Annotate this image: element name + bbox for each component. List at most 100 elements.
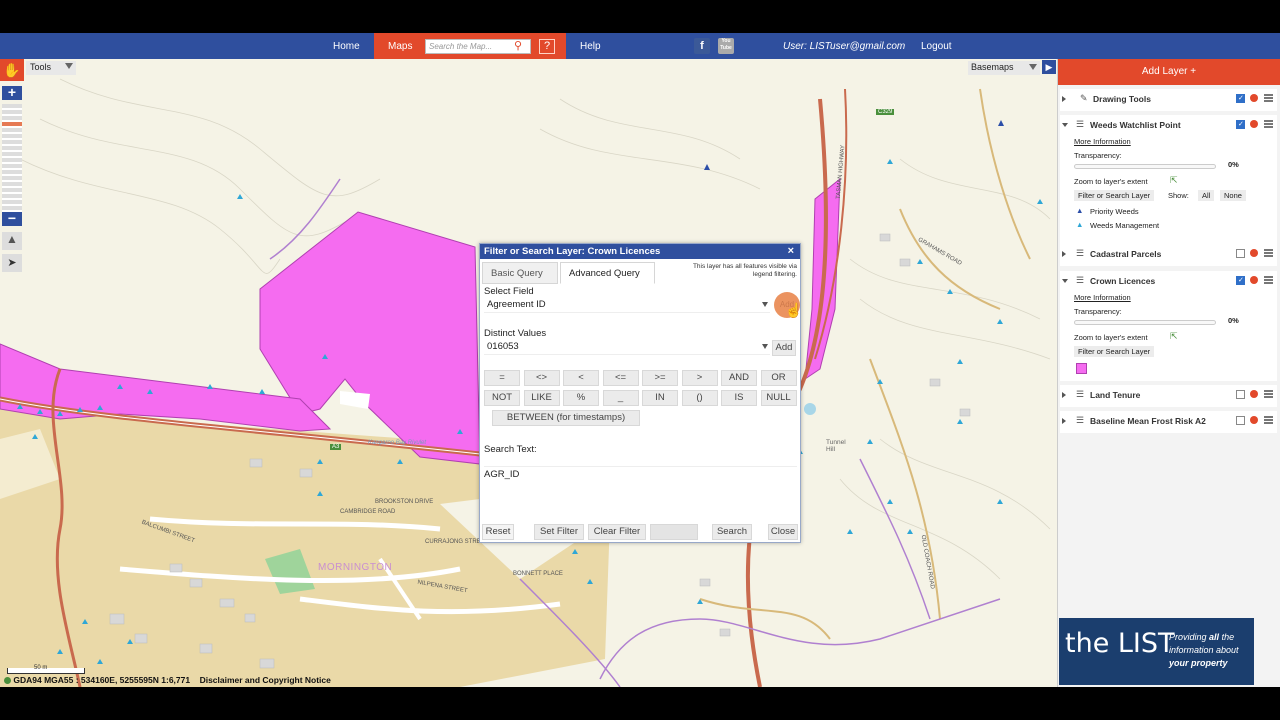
remove-layer-icon[interactable] — [1250, 276, 1258, 284]
add-value-button[interactable]: Add — [772, 340, 796, 356]
filter-search-layer-button[interactable]: Filter or Search Layer — [1074, 190, 1155, 201]
more-information-link[interactable]: More Information — [1074, 293, 1131, 302]
collapse-panel-icon[interactable]: ▶ — [1042, 60, 1056, 74]
show-none-button[interactable]: None — [1220, 190, 1246, 201]
operator-button[interactable]: <> — [523, 370, 560, 386]
remove-layer-icon[interactable] — [1250, 249, 1258, 257]
pan-hand-icon[interactable]: ✋ — [0, 59, 24, 81]
layer-visibility-checkbox[interactable] — [1236, 94, 1245, 103]
operator-button[interactable]: <= — [602, 370, 639, 386]
operator-button[interactable]: < — [563, 370, 599, 386]
distinct-values-dropdown[interactable]: 016053 — [484, 340, 770, 355]
operator-button[interactable]: _ — [602, 390, 639, 406]
layer-cadastral-parcels[interactable]: ☰ Cadastral Parcels — [1060, 244, 1277, 266]
remove-layer-icon[interactable] — [1250, 120, 1258, 128]
search-text-label: Search Text: — [484, 444, 537, 455]
collapse-icon[interactable] — [1062, 123, 1068, 127]
disclaimer-link[interactable]: Disclaimer and Copyright Notice — [200, 675, 331, 685]
layer-crown-licences: ☰ Crown Licences More Information Transp… — [1060, 271, 1277, 381]
clear-filter-button[interactable]: Clear Filter — [588, 524, 646, 540]
add-layer-button[interactable]: Add Layer + — [1058, 59, 1280, 85]
more-information-link[interactable]: More Information — [1074, 137, 1131, 146]
remove-layer-icon[interactable] — [1250, 416, 1258, 424]
menu-icon[interactable] — [1264, 120, 1273, 128]
layer-name: Weeds Watchlist Point — [1090, 120, 1181, 130]
help-question-icon[interactable]: ? — [539, 39, 555, 54]
legend-weeds-management[interactable]: Weeds Management — [1090, 221, 1159, 230]
operator-button[interactable]: LIKE — [523, 390, 560, 406]
tagline-emphasis: all — [1209, 632, 1220, 642]
app-window: Home Maps Search the Map... ⚲ ? Help f Y… — [0, 33, 1280, 687]
layer-visibility-checkbox[interactable] — [1236, 120, 1245, 129]
layer-drawing-tools[interactable]: ✎ Drawing Tools — [1060, 89, 1277, 111]
operator-button[interactable]: NULL — [760, 390, 797, 406]
the-list-brand-banner[interactable]: the LIST Providing all the information a… — [1059, 618, 1254, 685]
zoom-extent-icon[interactable]: ⇱ — [1170, 331, 1178, 342]
tools-dropdown[interactable]: Tools — [26, 61, 76, 75]
layer-name: Land Tenure — [1090, 390, 1141, 400]
layer-land-tenure[interactable]: ☰ Land Tenure — [1060, 385, 1277, 407]
nav-home[interactable]: Home — [333, 41, 360, 52]
search-text-area[interactable]: AGR_ID — [484, 466, 797, 528]
layer-frost-risk[interactable]: ☰ Baseline Mean Frost Risk A2 — [1060, 411, 1277, 433]
search-icon[interactable]: ⚲ — [514, 40, 527, 53]
basemaps-dropdown[interactable]: Basemaps — [968, 61, 1040, 75]
operator-button[interactable]: () — [681, 390, 718, 406]
menu-icon[interactable] — [1264, 94, 1273, 102]
reset-button[interactable]: Reset — [482, 524, 514, 540]
tasmania-extent-icon[interactable]: ▲ — [2, 232, 22, 250]
layers-icon: ☰ — [1076, 415, 1085, 425]
transparency-slider[interactable] — [1074, 320, 1216, 325]
map-canvas[interactable]: MORNINGTON BALCUMBI STREET CAMBRIDGE ROA… — [0, 59, 1057, 687]
nav-help[interactable]: Help — [580, 41, 601, 52]
menu-icon[interactable] — [1264, 276, 1273, 284]
operator-button[interactable]: NOT — [484, 390, 520, 406]
layer-visibility-checkbox[interactable] — [1236, 249, 1245, 258]
tab-advanced-query[interactable]: Advanced Query — [560, 262, 655, 284]
expand-icon[interactable] — [1062, 96, 1066, 102]
operator-button[interactable]: OR — [760, 370, 797, 386]
the-list-logo: the LIST — [1065, 628, 1175, 659]
filter-search-layer-button[interactable]: Filter or Search Layer — [1074, 346, 1155, 357]
operator-button[interactable]: > — [681, 370, 718, 386]
legend-priority-weeds[interactable]: Priority Weeds — [1090, 207, 1139, 216]
zoom-out-button[interactable]: − — [2, 211, 22, 226]
operator-button[interactable]: = — [484, 370, 520, 386]
search-button[interactable]: Search — [712, 524, 752, 540]
operator-button[interactable]: IS — [721, 390, 757, 406]
operator-button[interactable]: >= — [642, 370, 678, 386]
close-icon[interactable]: × — [788, 245, 794, 257]
remove-layer-icon[interactable] — [1250, 390, 1258, 398]
between-button[interactable]: BETWEEN (for timestamps) — [492, 410, 640, 426]
tagline-emphasis: your property — [1169, 658, 1228, 668]
layer-visibility-checkbox[interactable] — [1236, 276, 1245, 285]
tab-basic-query[interactable]: Basic Query — [482, 262, 558, 284]
expand-icon[interactable] — [1062, 418, 1066, 424]
menu-icon[interactable] — [1264, 249, 1273, 257]
layer-visibility-checkbox[interactable] — [1236, 390, 1245, 399]
layer-name: Cadastral Parcels — [1090, 249, 1162, 259]
expand-icon[interactable] — [1062, 392, 1066, 398]
layer-visibility-checkbox[interactable] — [1236, 416, 1245, 425]
operator-button[interactable]: AND — [721, 370, 757, 386]
close-button[interactable]: Close — [768, 524, 798, 540]
collapse-icon[interactable] — [1062, 279, 1068, 283]
operator-button[interactable]: IN — [642, 390, 678, 406]
show-all-button[interactable]: All — [1198, 190, 1215, 201]
zoom-extent-icon[interactable]: ⇱ — [1170, 175, 1178, 186]
select-field-value: Agreement ID — [487, 299, 546, 310]
expand-icon[interactable] — [1062, 251, 1066, 257]
select-field-dropdown[interactable]: Agreement ID — [484, 298, 770, 313]
transparency-slider[interactable] — [1074, 164, 1216, 169]
logout-link[interactable]: Logout — [921, 41, 952, 52]
zoom-in-button[interactable]: + — [2, 85, 22, 100]
remove-layer-icon[interactable] — [1250, 94, 1258, 102]
facebook-icon[interactable]: f — [694, 38, 710, 54]
youtube-icon[interactable]: You Tube — [718, 38, 734, 54]
set-filter-button[interactable]: Set Filter — [534, 524, 584, 540]
menu-icon[interactable] — [1264, 416, 1273, 424]
operator-button[interactable]: % — [563, 390, 599, 406]
compass-icon[interactable]: ➤ — [2, 254, 22, 272]
crown-licence-legend-swatch[interactable] — [1076, 363, 1087, 374]
menu-icon[interactable] — [1264, 390, 1273, 398]
